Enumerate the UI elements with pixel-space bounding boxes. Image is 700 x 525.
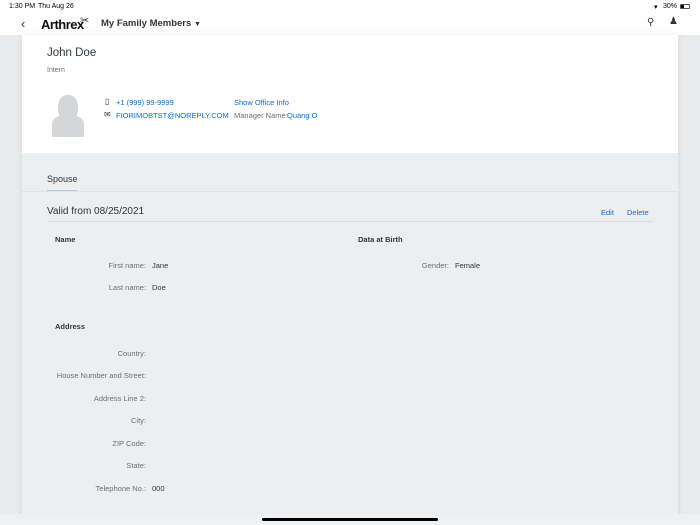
- birth-heading: Data at Birth: [358, 235, 403, 244]
- battery-icon: [680, 4, 690, 9]
- status-time: 1:30 PM: [9, 3, 36, 10]
- user-icon[interactable]: ♟: [669, 16, 678, 27]
- telephone-label: Telephone No.:: [95, 484, 146, 493]
- arthrex-logo: Arthrex: [41, 17, 84, 32]
- first-name-label: First name:: [108, 261, 146, 270]
- wifi-icon: ▾: [654, 4, 658, 11]
- phone-link[interactable]: +1 (999) 99-9999: [116, 98, 174, 107]
- scissors-icon: ✂: [80, 15, 90, 27]
- telephone-value: 000: [152, 484, 165, 493]
- gender-value: Female: [455, 261, 481, 270]
- zip-label: ZIP Code:: [112, 439, 146, 448]
- edit-button[interactable]: Edit: [601, 208, 614, 217]
- name-heading: Name: [55, 235, 76, 244]
- address-line2-label: Address Line 2:: [93, 394, 146, 403]
- employee-name: John Doe: [47, 47, 97, 59]
- app-title: My Family Members: [101, 18, 192, 29]
- app-title-dropdown[interactable]: My Family Members ▼: [101, 18, 201, 29]
- country-label: Country:: [117, 349, 146, 358]
- employee-role: Intern: [47, 67, 65, 74]
- status-date: Thu Aug 26: [38, 3, 74, 10]
- avatar: [52, 95, 84, 137]
- profile-header: John Doe Intern ▯ +1 (999) 99-9999 ✉ FIO…: [22, 35, 678, 153]
- manager-link[interactable]: Quang O: [287, 111, 317, 120]
- delete-button[interactable]: Delete: [627, 208, 649, 217]
- first-name-value: Jane: [152, 261, 169, 270]
- home-indicator[interactable]: [262, 518, 438, 521]
- city-label: City:: [131, 416, 146, 425]
- record-divider: [47, 221, 653, 222]
- email-link[interactable]: FIORIMOBTST@NOREPLY.COM: [116, 111, 229, 120]
- tab-divider: [22, 191, 678, 192]
- state-label: State:: [126, 461, 146, 470]
- search-icon[interactable]: ⚲: [647, 17, 654, 28]
- content-card: John Doe Intern ▯ +1 (999) 99-9999 ✉ FIO…: [22, 35, 678, 525]
- battery-level: 30%: [663, 3, 678, 10]
- back-button[interactable]: ‹: [21, 16, 25, 31]
- email-icon: ✉: [104, 110, 111, 119]
- caret-down-icon: ▼: [193, 21, 201, 28]
- last-name-value: Doe: [152, 283, 166, 292]
- address-heading: Address: [55, 322, 86, 331]
- street-label: House Number and Street:: [56, 371, 146, 380]
- manager-label: Manager Name:: [234, 111, 288, 120]
- record-title: Valid from 08/25/2021: [47, 206, 145, 217]
- tab-spouse[interactable]: Spouse: [47, 174, 78, 184]
- phone-icon: ▯: [105, 97, 110, 106]
- top-bar: 1:30 PM Thu Aug 26 ▾ 30% ‹ Arthrex ✂ My …: [0, 0, 700, 35]
- last-name-label: Last name:: [108, 283, 146, 292]
- show-office-info-link[interactable]: Show Office Info: [234, 98, 289, 107]
- gender-label: Gender:: [421, 261, 449, 270]
